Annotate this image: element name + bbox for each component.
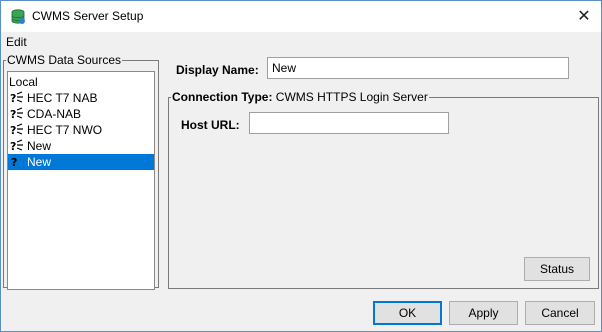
data-sources-legend: CWMS Data Sources — [7, 53, 122, 67]
list-item-hec-t7-nab[interactable]: ? HEC T7 NAB — [8, 90, 154, 106]
svg-text:?: ? — [10, 140, 16, 153]
list-item-label: New — [27, 139, 52, 153]
svg-text:?: ? — [10, 108, 16, 121]
list-item-cda-nab[interactable]: ? CDA-NAB — [8, 106, 154, 122]
server-question-icon: ? — [10, 123, 23, 137]
list-item-new[interactable]: ? New — [8, 138, 154, 154]
server-question-icon: ? — [10, 107, 23, 121]
list-item-new-selected[interactable]: ? New — [8, 154, 154, 170]
list-item-label: New — [27, 155, 52, 169]
menu-item-edit[interactable]: Edit — [6, 35, 27, 49]
svg-text:?: ? — [10, 92, 16, 105]
server-question-icon: ? — [10, 139, 23, 153]
status-button[interactable]: Status — [524, 257, 590, 281]
data-sources-list[interactable]: Local ? HEC T7 NAB ? CDA-NAB ? HEC T7 NW… — [7, 71, 155, 290]
apply-button[interactable]: Apply — [449, 301, 518, 325]
title-bar: CWMS Server Setup ✕ — [1, 1, 601, 32]
svg-text:?: ? — [10, 124, 16, 137]
server-question-icon: ? — [11, 156, 17, 169]
connection-type-label: Connection Type: — [172, 90, 273, 104]
list-item-label: HEC T7 NWO — [27, 123, 103, 137]
server-question-icon: ? — [10, 91, 23, 105]
database-icon — [11, 9, 25, 24]
connection-type-value: CWMS HTTPS Login Server — [275, 90, 428, 104]
ok-button[interactable]: OK — [373, 301, 442, 325]
display-name-label: Display Name: — [176, 63, 259, 77]
host-url-input[interactable] — [249, 112, 449, 134]
window-title: CWMS Server Setup — [32, 9, 144, 23]
close-icon[interactable]: ✕ — [567, 1, 601, 32]
list-item-label: HEC T7 NAB — [27, 91, 98, 105]
list-item-local[interactable]: Local — [8, 74, 154, 90]
display-name-input[interactable]: New — [267, 57, 569, 79]
host-url-label: Host URL: — [181, 118, 240, 132]
connection-type-legend: Connection Type: CWMS HTTPS Login Server — [171, 91, 429, 103]
data-sources-group: CWMS Data Sources Local ? HEC T7 NAB ? C… — [3, 53, 159, 290]
cancel-button[interactable]: Cancel — [525, 301, 595, 325]
list-item-hec-t7-nwo[interactable]: ? HEC T7 NWO — [8, 122, 154, 138]
list-item-label: CDA-NAB — [27, 107, 82, 121]
menu-bar: Edit — [1, 32, 601, 50]
svg-text:?: ? — [11, 156, 17, 169]
list-item-label: Local — [9, 75, 38, 89]
